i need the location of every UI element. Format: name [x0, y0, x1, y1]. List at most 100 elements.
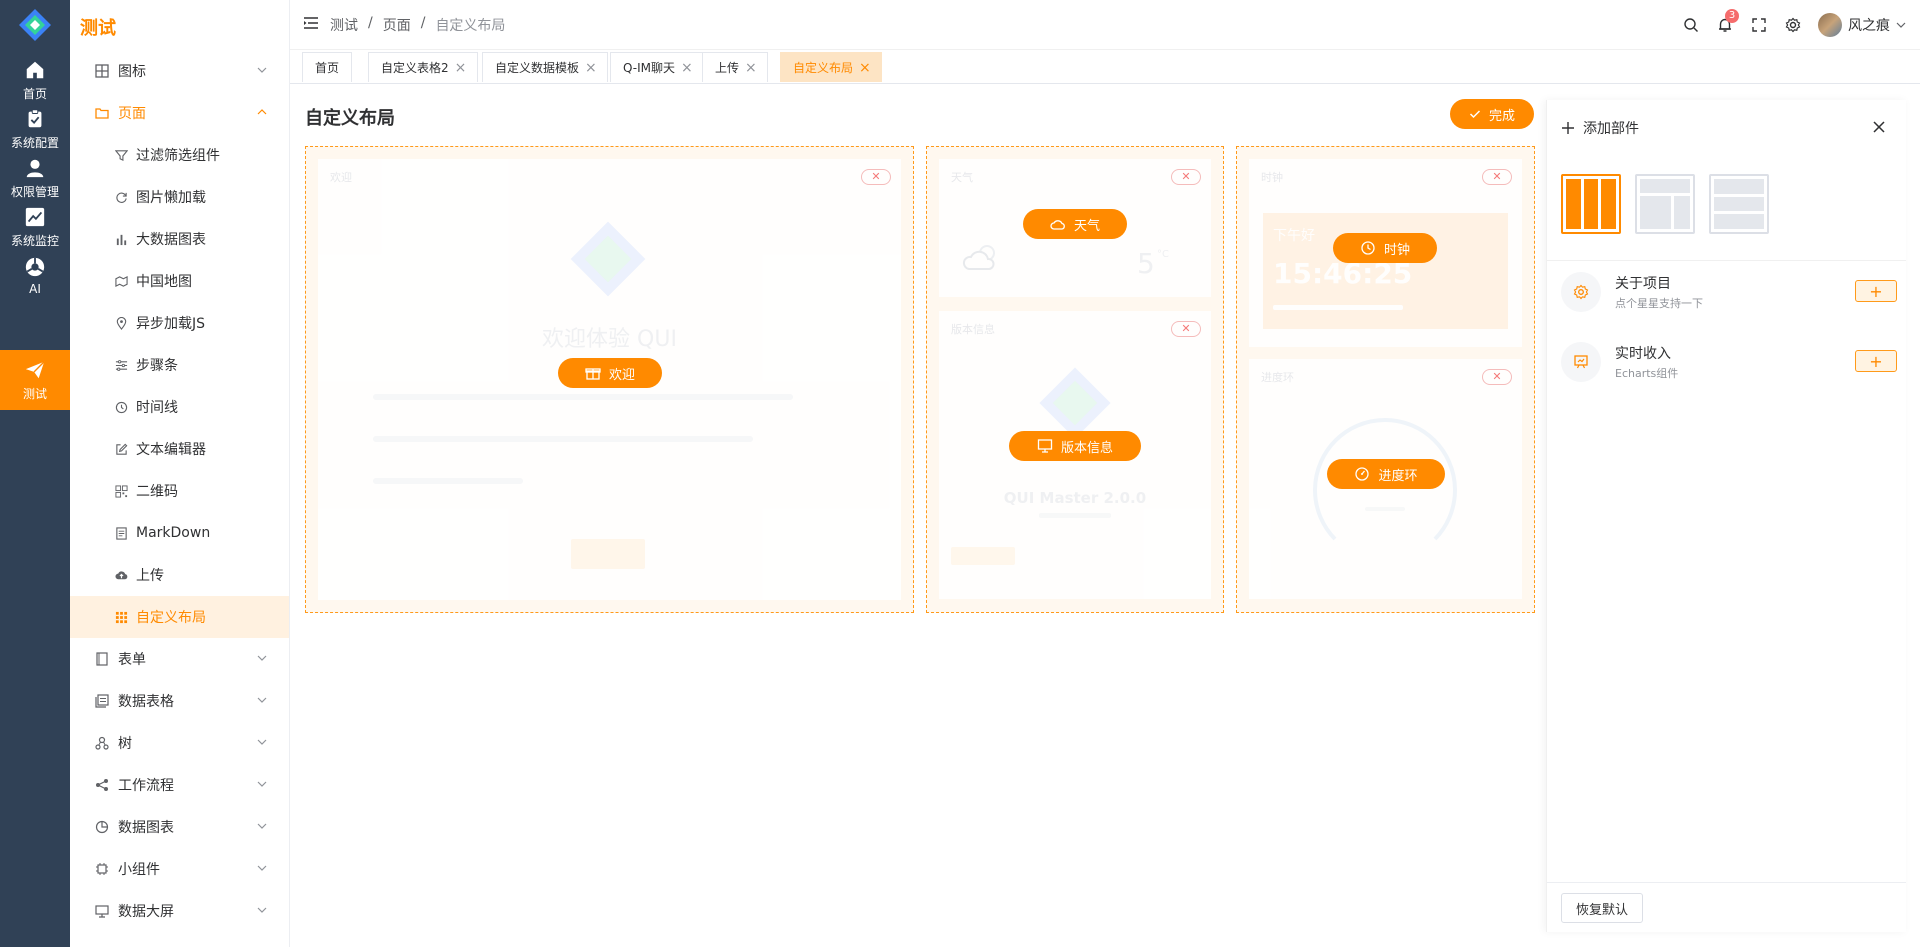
tab-qim-chat[interactable]: Q-IM聊天 × [610, 52, 705, 82]
ai-icon [25, 257, 45, 277]
app-logo-icon[interactable] [17, 7, 53, 43]
layout-options [1561, 174, 1769, 234]
check-icon [1469, 110, 1481, 119]
menu-item-widgets[interactable]: 小组件 [70, 848, 289, 890]
remove-widget-button[interactable]: ✕ [861, 169, 891, 185]
remove-widget-button[interactable]: ✕ [1482, 369, 1512, 385]
chevron-down-icon [1896, 22, 1906, 28]
breadcrumb-separator: / [420, 15, 426, 31]
menu-item-lazyload[interactable]: 图片懒加载 [70, 176, 289, 218]
menu-item-workflow[interactable]: 工作流程 [70, 764, 289, 806]
menu-item-tree[interactable]: 树 [70, 722, 289, 764]
tab-custom-data-template[interactable]: 自定义数据模板 × [482, 52, 609, 82]
tab-upload[interactable]: 上传 × [702, 52, 769, 82]
menu-item-china-map[interactable]: 中国地图 [70, 260, 289, 302]
chevron-up-icon [257, 109, 267, 115]
text-placeholder [373, 394, 793, 400]
close-icon[interactable]: × [585, 60, 597, 76]
chevron-down-icon [257, 655, 267, 661]
widget-label-version[interactable]: 版本信息 [1009, 431, 1141, 461]
close-icon[interactable]: × [455, 60, 467, 76]
fullscreen-button[interactable] [1742, 0, 1776, 50]
chevron-down-icon [257, 739, 267, 745]
tab-bar: 首页 自定义表格2 × 自定义数据模板 × Q-IM聊天 × 上传 × 自定义布局 × [290, 50, 1920, 84]
add-widget-button[interactable]: + [1855, 350, 1897, 372]
clock-greeting: 下午好 [1273, 228, 1315, 244]
tab-custom-table2[interactable]: 自定义表格2 × [368, 52, 478, 82]
menu-item-qrcode[interactable]: 二维码 [70, 470, 289, 512]
done-button[interactable]: 完成 [1450, 99, 1534, 129]
user-menu[interactable]: 风之痕 [1810, 13, 1920, 37]
table-icon [94, 693, 110, 709]
home-icon [26, 61, 44, 78]
sliders-icon [114, 358, 128, 372]
menu-item-filter[interactable]: 过滤筛选组件 [70, 134, 289, 176]
menu-item-label: 工作流程 [118, 778, 174, 794]
menu-item-data-table[interactable]: 数据表格 [70, 680, 289, 722]
document-icon [114, 526, 128, 540]
widget-label-welcome[interactable]: 欢迎 [558, 358, 662, 388]
close-icon[interactable] [1872, 120, 1886, 134]
clock-icon [1361, 241, 1375, 255]
menu-item-icons[interactable]: 图标 [70, 50, 289, 92]
remove-widget-button[interactable]: ✕ [1171, 321, 1201, 337]
menu-item-steps[interactable]: 步骤条 [70, 344, 289, 386]
menu-item-label: 大数据图表 [136, 232, 206, 248]
chevron-down-icon [257, 907, 267, 913]
remove-widget-button[interactable]: ✕ [1171, 169, 1201, 185]
notifications-button[interactable]: 3 [1708, 0, 1742, 50]
layout-option-rows[interactable] [1709, 174, 1769, 234]
breadcrumb-item[interactable]: 测试 [330, 15, 358, 35]
add-widget-button[interactable]: + [1855, 280, 1897, 302]
menu-item-upload[interactable]: 上传 [70, 554, 289, 596]
gear-icon [1561, 272, 1601, 312]
widget-label: 进度环 [1378, 468, 1418, 484]
menu-item-label: 树 [118, 736, 132, 752]
search-button[interactable] [1674, 0, 1708, 50]
menu-item-form[interactable]: 表单 [70, 638, 289, 680]
menu-item-markdown[interactable]: MarkDown [70, 512, 289, 554]
tab-home[interactable]: 首页 [302, 52, 353, 82]
menu-item-label: 中国地图 [136, 274, 192, 290]
rail-item-test[interactable]: 测试 [0, 350, 70, 410]
version-product: QUI Master 2.0.0 [1003, 489, 1147, 507]
menu-item-dashboard[interactable]: 数据大屏 [70, 890, 289, 932]
cloud-icon [1050, 220, 1065, 230]
breadcrumb-item[interactable]: 页面 [383, 15, 411, 35]
text-placeholder [373, 478, 523, 484]
menu-item-data-charts[interactable]: 数据图表 [70, 806, 289, 848]
chart-line-icon [25, 207, 45, 226]
tab-custom-layout[interactable]: 自定义布局 × [780, 52, 883, 82]
widget-label-weather[interactable]: 天气 [1023, 209, 1127, 239]
menu-item-pages[interactable]: 页面 [70, 92, 289, 134]
panel-title: 添加部件 [1583, 121, 1639, 137]
menu-item-custom-layout[interactable]: 自定义布局 [70, 596, 289, 638]
tab-label: 首页 [315, 61, 340, 75]
rail-item-ai[interactable]: AI [0, 246, 70, 306]
user-icon [26, 159, 44, 177]
menu-toggle-icon[interactable] [304, 17, 318, 29]
layout-option-three-columns[interactable] [1561, 174, 1621, 234]
close-icon[interactable]: × [859, 60, 871, 76]
close-icon[interactable]: × [681, 60, 693, 76]
menu-item-label: 二维码 [136, 484, 178, 500]
menu-item-label: 上传 [136, 568, 164, 584]
restore-default-button[interactable]: 恢复默认 [1561, 893, 1644, 923]
remove-widget-button[interactable]: ✕ [1482, 169, 1512, 185]
menu-item-bigdata-chart[interactable]: 大数据图表 [70, 218, 289, 260]
layout-column-1: 欢迎 ✕ 欢迎体验 QUI 欢迎 [305, 146, 914, 613]
close-icon[interactable]: × [745, 60, 757, 76]
widget-card-title: 天气 [951, 171, 973, 184]
menu-item-text-editor[interactable]: 文本编辑器 [70, 428, 289, 470]
menu-item-label: 步骤条 [136, 358, 178, 374]
layout-option-header-two-columns[interactable] [1635, 174, 1695, 234]
menu-item-label: 数据图表 [118, 820, 174, 836]
menu-item-timeline[interactable]: 时间线 [70, 386, 289, 428]
widget-label-clock[interactable]: 时钟 [1333, 233, 1437, 263]
settings-button[interactable] [1776, 0, 1810, 50]
menu-item-async-js[interactable]: 异步加载JS [70, 302, 289, 344]
menu-item-label: 过滤筛选组件 [136, 148, 220, 164]
widget-label-progress[interactable]: 进度环 [1327, 459, 1445, 489]
menu-item-label: 小组件 [118, 862, 160, 878]
tab-label: Q-IM聊天 [623, 61, 676, 75]
